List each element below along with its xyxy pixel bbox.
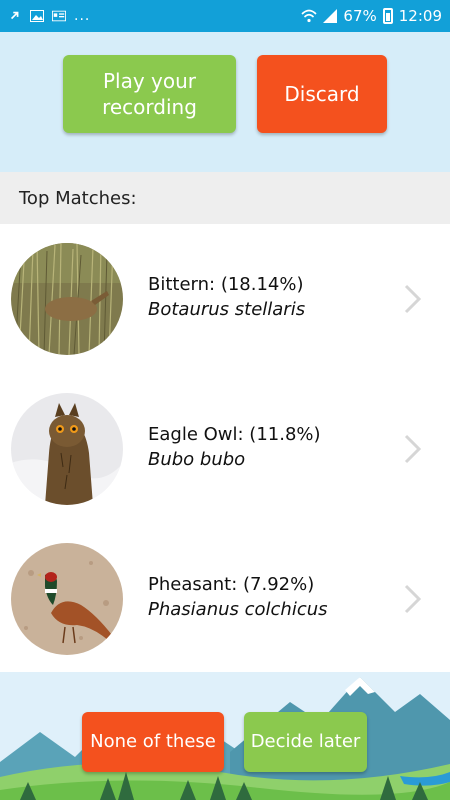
play-recording-button[interactable]: Play your recording — [63, 55, 236, 133]
signal-icon — [323, 9, 338, 23]
status-bar: ... 67% 12:09 — [0, 0, 450, 32]
match-common-name: Bittern: (18.14%) — [148, 274, 304, 295]
decide-later-button[interactable]: Decide later — [244, 712, 367, 772]
eagle-owl-photo — [11, 393, 123, 505]
chevron-right-icon — [404, 584, 422, 614]
link-notification-icon — [10, 11, 19, 20]
match-latin-name: Phasianus colchicus — [148, 599, 328, 620]
chevron-right-icon — [404, 284, 422, 314]
top-matches-header: Top Matches: — [0, 172, 450, 224]
battery-percentage: 67% — [343, 7, 377, 25]
match-item-pheasant[interactable]: Pheasant: (7.92%) Phasianus colchicus — [0, 524, 450, 674]
clock: 12:09 — [398, 7, 442, 25]
match-common-name: Eagle Owl: (11.8%) — [148, 424, 321, 445]
none-of-these-button[interactable]: None of these — [82, 712, 224, 772]
chevron-right-icon — [404, 434, 422, 464]
landscape-illustration — [0, 672, 450, 800]
match-common-name: Pheasant: (7.92%) — [148, 574, 315, 595]
bittern-photo — [11, 243, 123, 355]
match-item-bittern[interactable]: Bittern: (18.14%) Botaurus stellaris — [0, 224, 450, 374]
play-label-line2: recording — [102, 95, 197, 119]
recording-actions-panel: Play your recording Discard — [0, 32, 450, 172]
battery-icon — [382, 8, 393, 24]
match-latin-name: Botaurus stellaris — [148, 299, 306, 320]
play-label-line1: Play your — [102, 69, 197, 93]
pheasant-photo — [11, 543, 123, 655]
image-notification-icon — [30, 10, 44, 22]
wifi-icon — [301, 9, 317, 23]
discard-button[interactable]: Discard — [257, 55, 387, 133]
more-notifications: ... — [74, 8, 91, 24]
match-item-eagle-owl[interactable]: Eagle Owl: (11.8%) Bubo bubo — [0, 374, 450, 524]
match-latin-name: Bubo bubo — [148, 449, 246, 470]
card-notification-icon — [52, 10, 66, 22]
